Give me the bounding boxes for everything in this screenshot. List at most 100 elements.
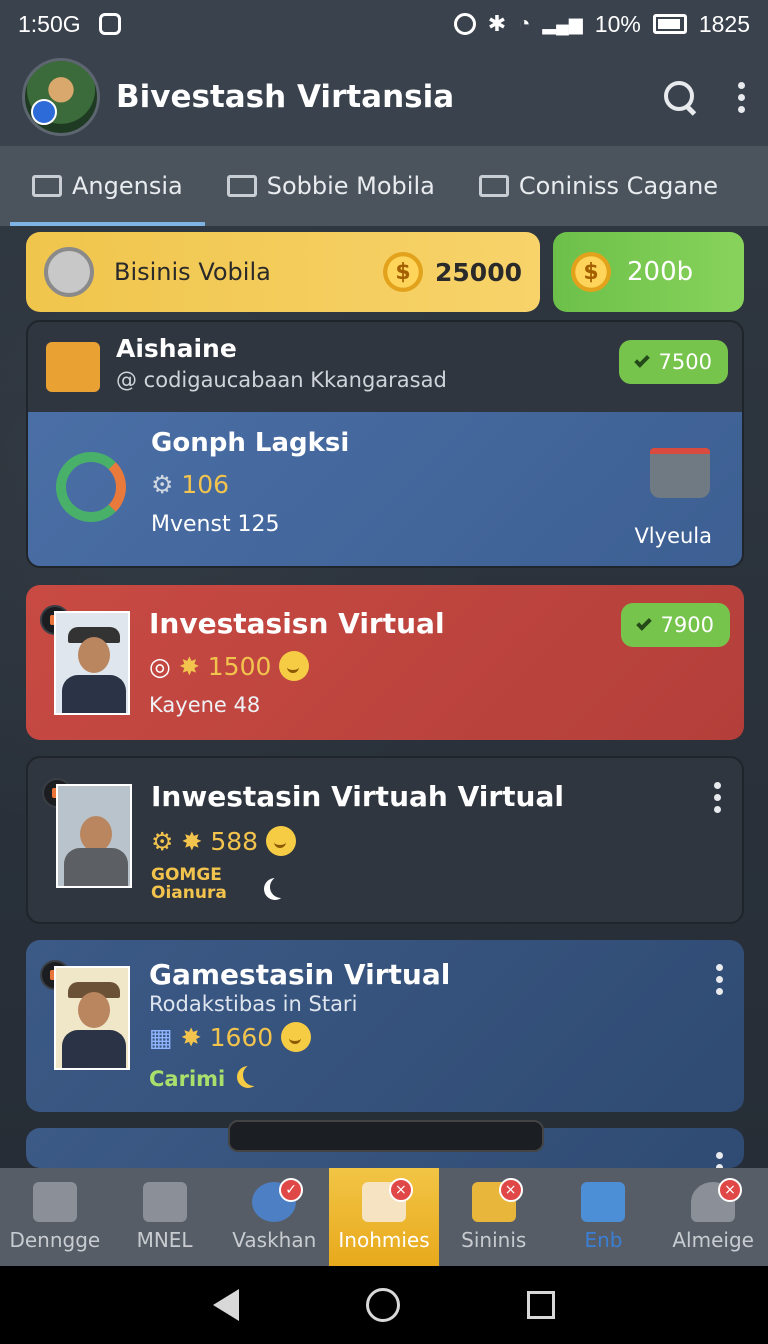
investment-card-4[interactable]: Gamestasin Virtual Rodakstibas in Stari … [26,940,744,1112]
wifi-icon: ◔ [518,12,531,35]
moon-icon [243,1064,265,1086]
profile-portrait [54,611,130,715]
notification-badge: ✓ [279,1178,304,1202]
check-icon [635,615,652,631]
smile-icon [279,651,310,681]
more-options-icon[interactable] [738,81,746,113]
pill-value: 7500 [658,350,712,374]
nav-label: Sininis [461,1228,527,1252]
card-title: Gamestasin Virtual [149,958,451,991]
nav-label: MNEL [136,1228,193,1252]
balance-amount: 25000 [435,257,522,287]
investment-card-3[interactable]: Inwestasin Virtuah Virtual ⚙ ✸ 588 GOMGE… [26,756,744,924]
notification-badge: × [388,1178,413,1202]
nav-item-sininis[interactable]: × Sininis [439,1168,549,1266]
avatar-badge-icon [31,99,57,125]
nav-label: Enb [584,1228,623,1252]
inner-title: Gonph Lagksi [151,428,350,458]
inner-action-label[interactable]: Vlyeula [634,524,712,548]
nav-item-almeige[interactable]: × Almeige [658,1168,768,1266]
check-icon [633,352,650,368]
nav-item-inohmies[interactable]: × Inohmies [329,1168,439,1266]
investment-card-2[interactable]: Investasisn Virtual 7900 ◎ ✸ 1500 Kayene… [26,585,744,740]
tab-label: Coniniss Cagane [518,172,719,200]
card-title: Aishaine [116,334,237,363]
balance-card[interactable]: Bisinis Vobila $ 25000 [26,232,540,312]
notification-badge: × [718,1178,743,1202]
status-bar: 1:50G ✱ ◔ ▂▄▆ 10% 1825 [0,0,768,48]
secondary-balance-card[interactable]: $ 200b [553,232,744,312]
edit-icon [32,175,62,197]
card-detail: Carimi [149,1064,265,1091]
card-detail: Kayene 48 [149,693,261,717]
calendar-icon [142,1182,187,1222]
nav-item-vaskhan[interactable]: ✓ Vaskhan [219,1168,329,1266]
pill-value: 7900 [660,613,714,637]
bottom-navigation: Denngge MNEL ✓ Vaskhan × Inohmies × Sini… [0,1168,768,1266]
mail-icon [32,1182,77,1222]
moon-icon [270,876,292,898]
tab-label: Angensia [72,172,183,200]
tab-bar: Angensia Sobbie Mobila Coniniss Cagane [0,146,768,226]
app-title: Bivestash Virtansia [116,79,455,115]
card-title: Inwestasin Virtuah Virtual [151,780,564,813]
battery-icon [652,14,687,34]
app-bar: Bivestash Virtansia [0,48,768,146]
more-options-icon[interactable] [716,964,724,995]
detail-text: Carimi [149,1067,226,1091]
gear-icon: ⚙ [151,826,174,856]
inner-blue-panel[interactable]: Gonph Lagksi ⚙ 106 Mvenst 125 Vlyeula [28,412,742,566]
tag-block: GOMGE Oianura [151,866,227,902]
card-subtitle: Rodakstibas in Stari [149,992,358,1016]
balance-label: Bisinis Vobila [114,258,271,286]
smile-icon [281,1022,312,1052]
spark-icon: ✸ [181,826,203,856]
card-value: 588 [210,826,259,856]
tab-label: Sobbie Mobila [266,172,435,200]
token-icon: ⚙ [151,470,174,499]
notification-icon [98,13,121,35]
system-navigation-bar [0,1266,768,1344]
nav-label: Inohmies [338,1228,430,1252]
mail-icon [478,175,509,197]
card-value: 1660 [209,1022,274,1052]
tag-line-1: GOMGE [151,865,222,885]
recent-apps-icon[interactable] [526,1291,555,1319]
scroll-handle[interactable] [228,1120,544,1152]
card-subtitle: @ codigaucabaan Kkangarasad [116,368,447,392]
basket-check-icon [650,448,710,498]
nav-label: Vaskhan [232,1228,317,1252]
avatar[interactable] [22,58,100,136]
status-clock: 1825 [698,10,750,37]
coin-icon: $ [383,252,424,292]
search-icon[interactable] [662,79,698,115]
card-title: Investasisn Virtual [149,607,445,640]
gear-icon: ✸ [178,651,200,681]
inner-value: 106 [181,470,230,499]
more-options-icon[interactable] [716,1152,724,1168]
inner-detail: Mvenst 125 [151,512,280,537]
home-icon[interactable] [365,1288,400,1322]
investment-card-1[interactable]: Aishaine @ codigaucabaan Kkangarasad 750… [26,320,744,568]
nav-item-enb[interactable]: Enb [549,1168,659,1266]
tab-angensia[interactable]: Angensia [10,146,205,226]
signal-icon: ▂▄▆ [542,13,583,34]
nav-label: Denngge [9,1228,101,1252]
reward-pill[interactable]: 7500 [618,340,728,384]
coin-icon: $ [571,252,611,292]
nav-item-denngge[interactable]: Denngge [0,1168,110,1266]
spark-icon: ✸ [180,1022,202,1052]
reward-pill[interactable]: 7900 [620,603,730,647]
card-value: 1500 [207,651,272,681]
tag-line-2: Oianura [151,883,227,903]
stat-row: ⚙ ✸ 588 [151,826,297,856]
tab-sobbie-mobila[interactable]: Sobbie Mobila [205,146,457,226]
back-icon[interactable] [213,1289,240,1321]
more-options-icon[interactable] [714,782,722,813]
lock-icon [226,175,257,197]
nav-item-mnel[interactable]: MNEL [110,1168,220,1266]
smile-icon [266,826,297,856]
notification-badge: × [498,1178,523,1202]
tab-coniniss-cagane[interactable]: Coniniss Cagane [457,146,740,226]
profile-portrait [56,784,132,888]
